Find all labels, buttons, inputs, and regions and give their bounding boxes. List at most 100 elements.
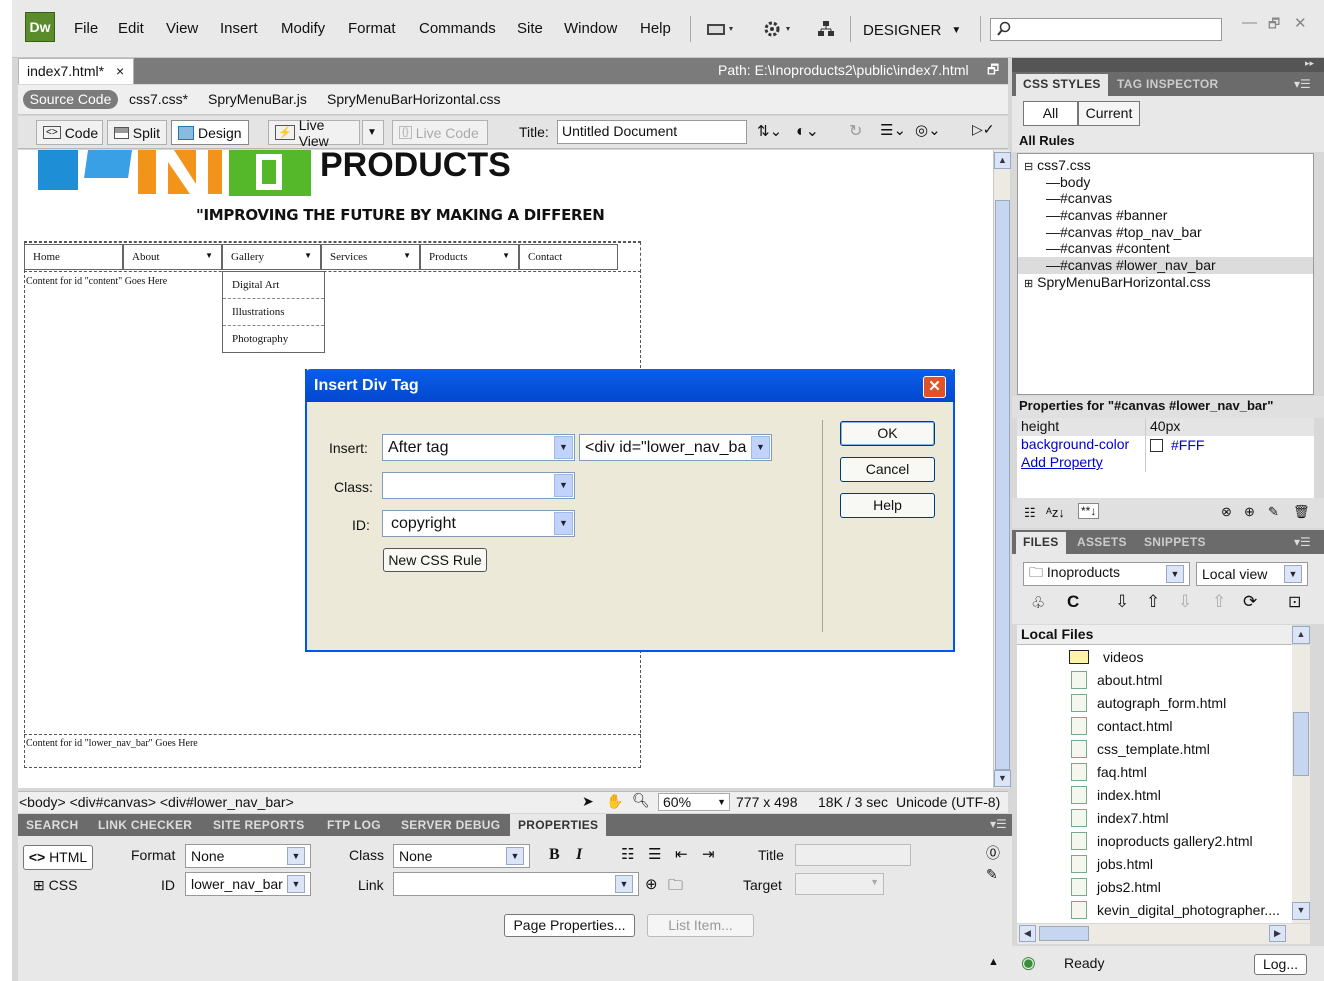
submenu-item-digital-art[interactable]: Digital Art <box>223 272 324 299</box>
menu-modify[interactable]: Modify <box>281 20 325 37</box>
get-files-icon[interactable]: ⇩ <box>1115 592 1129 612</box>
code-view-button[interactable]: <> Code <box>36 120 103 145</box>
rule-item-selected[interactable]: —#canvas #lower_nav_bar <box>1018 257 1313 274</box>
tab-snippets[interactable]: SNIPPETS <box>1137 532 1213 554</box>
html-mode-button[interactable]: <> HTML <box>23 845 93 870</box>
hand-tool-icon[interactable]: ✋ <box>606 793 623 810</box>
indent-icon[interactable]: ⇥ <box>702 845 715 863</box>
scroll-up-icon[interactable]: ▲ <box>994 152 1011 169</box>
minimize-icon[interactable]: — <box>1242 14 1257 31</box>
scroll-left-icon[interactable]: ◀ <box>1019 925 1036 942</box>
design-vertical-scrollbar[interactable]: ▲ ▼ <box>993 150 1011 788</box>
file-item[interactable]: index7.html <box>1017 806 1292 829</box>
help-icon[interactable]: ⓪ <box>986 843 1000 863</box>
scroll-thumb[interactable] <box>1293 712 1309 776</box>
nav-item-products[interactable]: Products ▼ <box>420 244 519 270</box>
live-view-button[interactable]: ⚡ Live View <box>268 117 360 149</box>
zoom-tool-icon[interactable]: 🔍︎ <box>632 792 650 809</box>
id-input[interactable]: copyright ▼ <box>382 510 575 537</box>
menu-insert[interactable]: Insert <box>220 20 258 37</box>
css-mode-button[interactable]: ⊞ CSS <box>33 877 77 894</box>
nav-item-services[interactable]: Services ▼ <box>321 244 420 270</box>
refresh-files-icon[interactable]: C <box>1067 592 1079 612</box>
layout-menu-icon[interactable] <box>707 22 737 36</box>
rule-item[interactable]: —body <box>1024 174 1307 191</box>
rule-item[interactable]: —#canvas #content <box>1024 240 1307 257</box>
file-item[interactable]: about.html <box>1017 668 1292 691</box>
menu-file[interactable]: File <box>74 20 98 37</box>
target-tag-select[interactable]: <div id="lower_nav_ba ▼ <box>579 434 772 461</box>
close-tab-icon[interactable]: × <box>116 63 124 79</box>
files-scrollbar[interactable] <box>1292 645 1310 923</box>
rule-item[interactable]: —#canvas #top_nav_bar <box>1024 224 1307 241</box>
scroll-right-icon[interactable]: ▶ <box>1269 925 1286 942</box>
file-item[interactable]: css_template.html <box>1017 737 1292 760</box>
view-options-icon[interactable]: ☰⌄ <box>880 121 906 139</box>
preview-browser-icon[interactable]: ◐⌄ <box>796 121 819 141</box>
dialog-close-icon[interactable]: ✕ <box>923 376 946 398</box>
scroll-down-icon[interactable]: ▼ <box>994 770 1011 787</box>
check-out-icon[interactable]: ⇩ <box>1178 592 1192 612</box>
log-button[interactable]: Log... <box>1254 954 1307 975</box>
rule-stylesheet[interactable]: ⊞ SpryMenuBarHorizontal.css <box>1024 274 1307 291</box>
file-item[interactable]: contact.html <box>1017 714 1292 737</box>
tab-files[interactable]: FILES <box>1016 532 1066 554</box>
tab-ftp-log[interactable]: FTP LOG <box>327 818 381 832</box>
alpha-view-icon[interactable]: ᴬz↓ <box>1046 505 1065 520</box>
point-to-file-icon[interactable]: ⊕ <box>645 875 658 893</box>
local-files-list[interactable]: videos about.html autograph_form.html co… <box>1017 645 1292 923</box>
list-item-button[interactable]: List Item... <box>647 914 754 937</box>
related-file-spry-css[interactable]: SpryMenuBarHorizontal.css <box>327 91 501 107</box>
new-css-rule-button[interactable]: New CSS Rule <box>383 548 487 572</box>
prop-row[interactable]: background-color #FFF <box>1017 436 1314 454</box>
tab-search[interactable]: SEARCH <box>26 818 78 832</box>
file-item[interactable]: kevin_digital_photographer.... <box>1017 898 1292 921</box>
expand-icon[interactable]: ⊞ <box>1024 278 1033 290</box>
set-properties-view-icon[interactable]: **↓ <box>1078 503 1100 519</box>
nav-item-gallery[interactable]: Gallery ▼ <box>222 244 321 270</box>
split-view-button[interactable]: Split <box>107 120 167 145</box>
panel-menu-icon[interactable]: ▾☰ <box>990 817 1007 831</box>
panel-menu-icon[interactable]: ▾☰ <box>1294 77 1311 91</box>
file-item[interactable]: autograph_form.html <box>1017 691 1292 714</box>
menu-commands[interactable]: Commands <box>419 20 496 37</box>
nav-item-about[interactable]: About ▼ <box>123 244 222 270</box>
tab-css-styles[interactable]: CSS STYLES <box>1016 74 1108 96</box>
scroll-up-icon[interactable]: ▲ <box>1292 626 1310 644</box>
link-input[interactable]: ▼ <box>393 872 639 896</box>
ok-button[interactable]: OK <box>840 421 935 446</box>
check-in-icon[interactable]: ⇧ <box>1212 592 1226 612</box>
file-item[interactable]: jobs.html <box>1017 852 1292 875</box>
delete-rule-icon[interactable]: 🗑 <box>1293 504 1310 520</box>
css-rules-tree[interactable]: ⊟ css7.css —body —#canvas —#canvas #bann… <box>1017 153 1314 395</box>
menu-format[interactable]: Format <box>348 20 396 37</box>
class-input[interactable]: ▼ <box>382 472 575 499</box>
file-item[interactable]: index.html <box>1017 783 1292 806</box>
live-view-dropdown[interactable]: ▼ <box>362 120 384 145</box>
related-file-css7[interactable]: css7.css* <box>129 91 188 107</box>
tab-assets[interactable]: ASSETS <box>1070 532 1134 554</box>
prop-row[interactable]: height 40px <box>1017 418 1314 436</box>
extend-gear-icon[interactable] <box>764 21 796 37</box>
title-prop-input[interactable] <box>795 844 911 866</box>
connect-icon[interactable]: ♧ <box>1031 593 1045 613</box>
prop-value[interactable]: 40px <box>1146 418 1180 436</box>
document-tab[interactable]: index7.html* × <box>18 58 134 84</box>
refresh-icon[interactable]: ↻ <box>849 121 862 141</box>
live-code-button[interactable]: {} Live Code <box>392 120 488 145</box>
add-property-link[interactable]: Add Property <box>1017 454 1146 472</box>
outdent-icon[interactable]: ⇤ <box>675 845 688 863</box>
window-size[interactable]: 777 x 498 <box>736 794 798 810</box>
synchronize-icon[interactable]: ⟳ <box>1243 592 1257 612</box>
submenu-item-illustrations[interactable]: Illustrations <box>223 299 324 326</box>
page-properties-button[interactable]: Page Properties... <box>504 914 635 937</box>
menu-site[interactable]: Site <box>517 20 543 37</box>
related-file-spry-js[interactable]: SpryMenuBar.js <box>208 91 307 107</box>
all-mode-button[interactable]: All <box>1023 101 1078 126</box>
rule-item[interactable]: —#canvas <box>1024 190 1307 207</box>
menu-help[interactable]: Help <box>640 20 671 37</box>
design-view-button[interactable]: Design <box>171 120 249 145</box>
file-item-folder[interactable]: videos <box>1017 645 1292 668</box>
related-file-source-code[interactable]: Source Code <box>23 90 118 109</box>
restore-icon[interactable]: 🗗 <box>1268 15 1280 37</box>
